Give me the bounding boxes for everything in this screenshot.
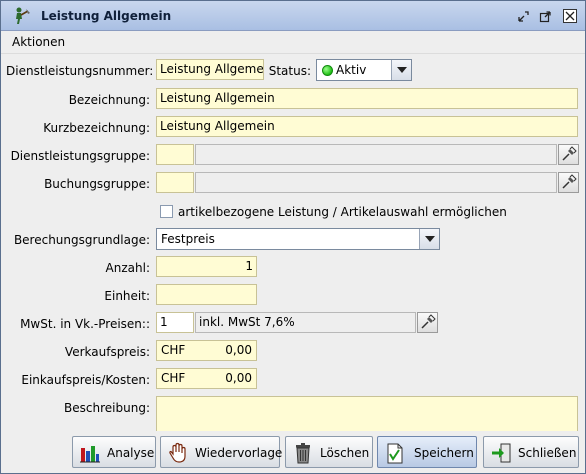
einkaufspreis-currency: CHF	[161, 371, 186, 385]
exit-icon	[492, 443, 511, 463]
button-bar: Analyse Wiedervorlage Löschen Speichern …	[1, 431, 585, 473]
anzahl-label: Anzahl:	[105, 261, 150, 275]
bar-chart-icon	[80, 446, 100, 463]
schliessen-label: Schließen	[518, 446, 577, 460]
loeschen-label: Löschen	[320, 446, 370, 460]
save-document-icon	[387, 443, 403, 464]
buchungsgruppe-label: Buchungsgruppe:	[44, 177, 150, 191]
verkaufspreis-label: Verkaufspreis:	[64, 345, 150, 359]
trash-icon	[296, 443, 310, 464]
verkaufspreis-input[interactable]: CHF 0,00	[156, 340, 257, 361]
picker-icon	[421, 314, 436, 329]
status-label: Status:	[268, 64, 311, 78]
einheit-input[interactable]	[156, 284, 257, 305]
close-button[interactable]	[563, 9, 577, 23]
hand-icon	[169, 442, 186, 463]
status-select[interactable]: Aktiv	[316, 59, 412, 81]
wiedervorlage-button[interactable]: Wiedervorlage	[160, 436, 283, 468]
wiedervorlage-label: Wiedervorlage	[195, 446, 283, 460]
buchungsgruppe-picker-button[interactable]	[558, 172, 579, 193]
dienstleistungsnummer-input[interactable]: Leistung Allgemein	[156, 59, 264, 80]
close-icon	[565, 11, 575, 21]
buchungsgruppe-code-input[interactable]	[156, 172, 194, 193]
mwst-code-input[interactable]: 1	[156, 312, 194, 333]
speichern-label: Speichern	[414, 446, 474, 460]
worker-icon	[16, 7, 30, 24]
window-title: Leistung Allgemein	[41, 9, 172, 23]
einkaufspreis-value: 0,00	[225, 371, 252, 385]
window: Leistung Allgemein Aktionen Dienstleistu…	[0, 0, 586, 474]
verkaufspreis-value: 0,00	[225, 343, 252, 357]
dienstleistungsgruppe-picker-button[interactable]	[558, 144, 579, 165]
mwst-picker-button[interactable]	[417, 312, 438, 333]
buchungsgruppe-name-field	[195, 172, 557, 193]
einkaufspreis-input[interactable]: CHF 0,00	[156, 368, 257, 389]
dienstleistungsgruppe-name-field	[195, 144, 557, 165]
picker-icon	[562, 174, 577, 189]
berechnungsgrundlage-select[interactable]: Festpreis	[156, 228, 440, 250]
analyse-button[interactable]: Analyse	[72, 436, 156, 468]
status-active-icon	[322, 65, 333, 76]
beschreibung-textarea[interactable]	[156, 396, 578, 436]
maximize-icon[interactable]	[539, 10, 552, 23]
anzahl-input[interactable]: 1	[156, 256, 257, 277]
picker-icon	[562, 146, 577, 161]
berechnungsgrundlage-label: Berechungsgrundlage:	[13, 233, 150, 247]
schliessen-button[interactable]: Schließen	[483, 436, 579, 468]
beschreibung-label: Beschreibung:	[64, 401, 150, 415]
verkaufspreis-currency: CHF	[161, 343, 186, 357]
analyse-label: Analyse	[107, 446, 155, 460]
artikelbezogen-checkbox[interactable]	[160, 205, 173, 218]
artikelbezogen-label: artikelbezogene Leistung / Artikelauswah…	[178, 205, 507, 219]
einkaufspreis-label: Einkaufspreis/Kosten:	[21, 373, 150, 387]
dienstleistungsgruppe-label: Dienstleistungsgruppe:	[10, 149, 150, 163]
kurzbezeichnung-input[interactable]: Leistung Allgemein	[156, 116, 578, 137]
menu-aktionen[interactable]: Aktionen	[12, 35, 65, 49]
speichern-button[interactable]: Speichern	[377, 436, 477, 468]
bezeichnung-label: Bezeichnung:	[68, 93, 150, 107]
title-bar: Leistung Allgemein	[1, 1, 585, 31]
dienstleistungsnummer-label: Dienstleistungsnummer:	[6, 64, 154, 78]
status-value: Aktiv	[336, 63, 367, 77]
loeschen-button[interactable]: Löschen	[285, 436, 373, 468]
mwst-name-field: inkl. MwSt 7,6%	[195, 312, 416, 333]
kurzbezeichnung-label: Kurzbezeichnung:	[43, 121, 150, 135]
mwst-label: MwSt. in Vk.-Preisen::	[20, 317, 150, 331]
berechnungsgrundlage-value: Festpreis	[161, 232, 215, 246]
bezeichnung-input[interactable]: Leistung Allgemein	[156, 88, 578, 109]
menu-bar: Aktionen	[1, 32, 585, 54]
einheit-label: Einheit:	[104, 289, 150, 303]
minimize-icon[interactable]	[517, 10, 530, 23]
chevron-down-icon	[391, 60, 411, 80]
chevron-down-icon	[419, 229, 439, 249]
dienstleistungsgruppe-code-input[interactable]	[156, 144, 194, 165]
